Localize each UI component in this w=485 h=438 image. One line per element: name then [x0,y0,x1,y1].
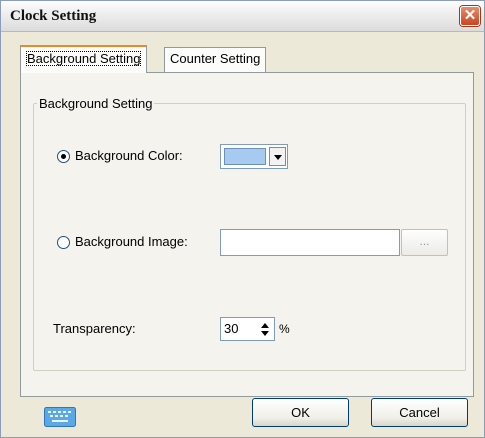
color-swatch [224,148,266,165]
keyboard-icon[interactable] [44,407,76,427]
transparency-label: Transparency: [53,321,136,336]
window-title: Clock Setting [10,8,97,24]
transparency-unit: % [279,322,290,336]
background-image-label[interactable]: Background Image: [75,234,188,249]
title-bar[interactable]: Clock Setting ✕ [1,1,484,32]
background-color-radio[interactable] [57,150,70,163]
group-legend: Background Setting [37,96,155,111]
cancel-button[interactable]: Cancel [371,398,468,427]
spin-down-icon[interactable] [258,329,272,338]
background-color-label[interactable]: Background Color: [75,148,183,163]
close-icon: ✕ [463,7,477,24]
transparency-value[interactable]: 30 [224,321,238,336]
tab-label: Counter Setting [170,51,261,66]
tab-background-setting[interactable]: Background Setting [20,45,148,73]
background-image-radio[interactable] [57,236,70,249]
transparency-spinner[interactable]: 30 [220,317,275,341]
background-image-path-input[interactable] [220,229,400,256]
tab-counter-setting[interactable]: Counter Setting [164,47,267,72]
close-button[interactable]: ✕ [460,6,480,26]
radio-dot [61,154,66,159]
tab-label: Background Setting [26,51,142,66]
background-color-picker[interactable] [220,144,288,169]
chevron-down-icon[interactable] [269,147,286,166]
ok-button[interactable]: OK [252,398,349,427]
browse-button[interactable]: ... [401,229,448,256]
clock-setting-dialog: Clock Setting ✕ Background Setting Count… [0,0,485,438]
